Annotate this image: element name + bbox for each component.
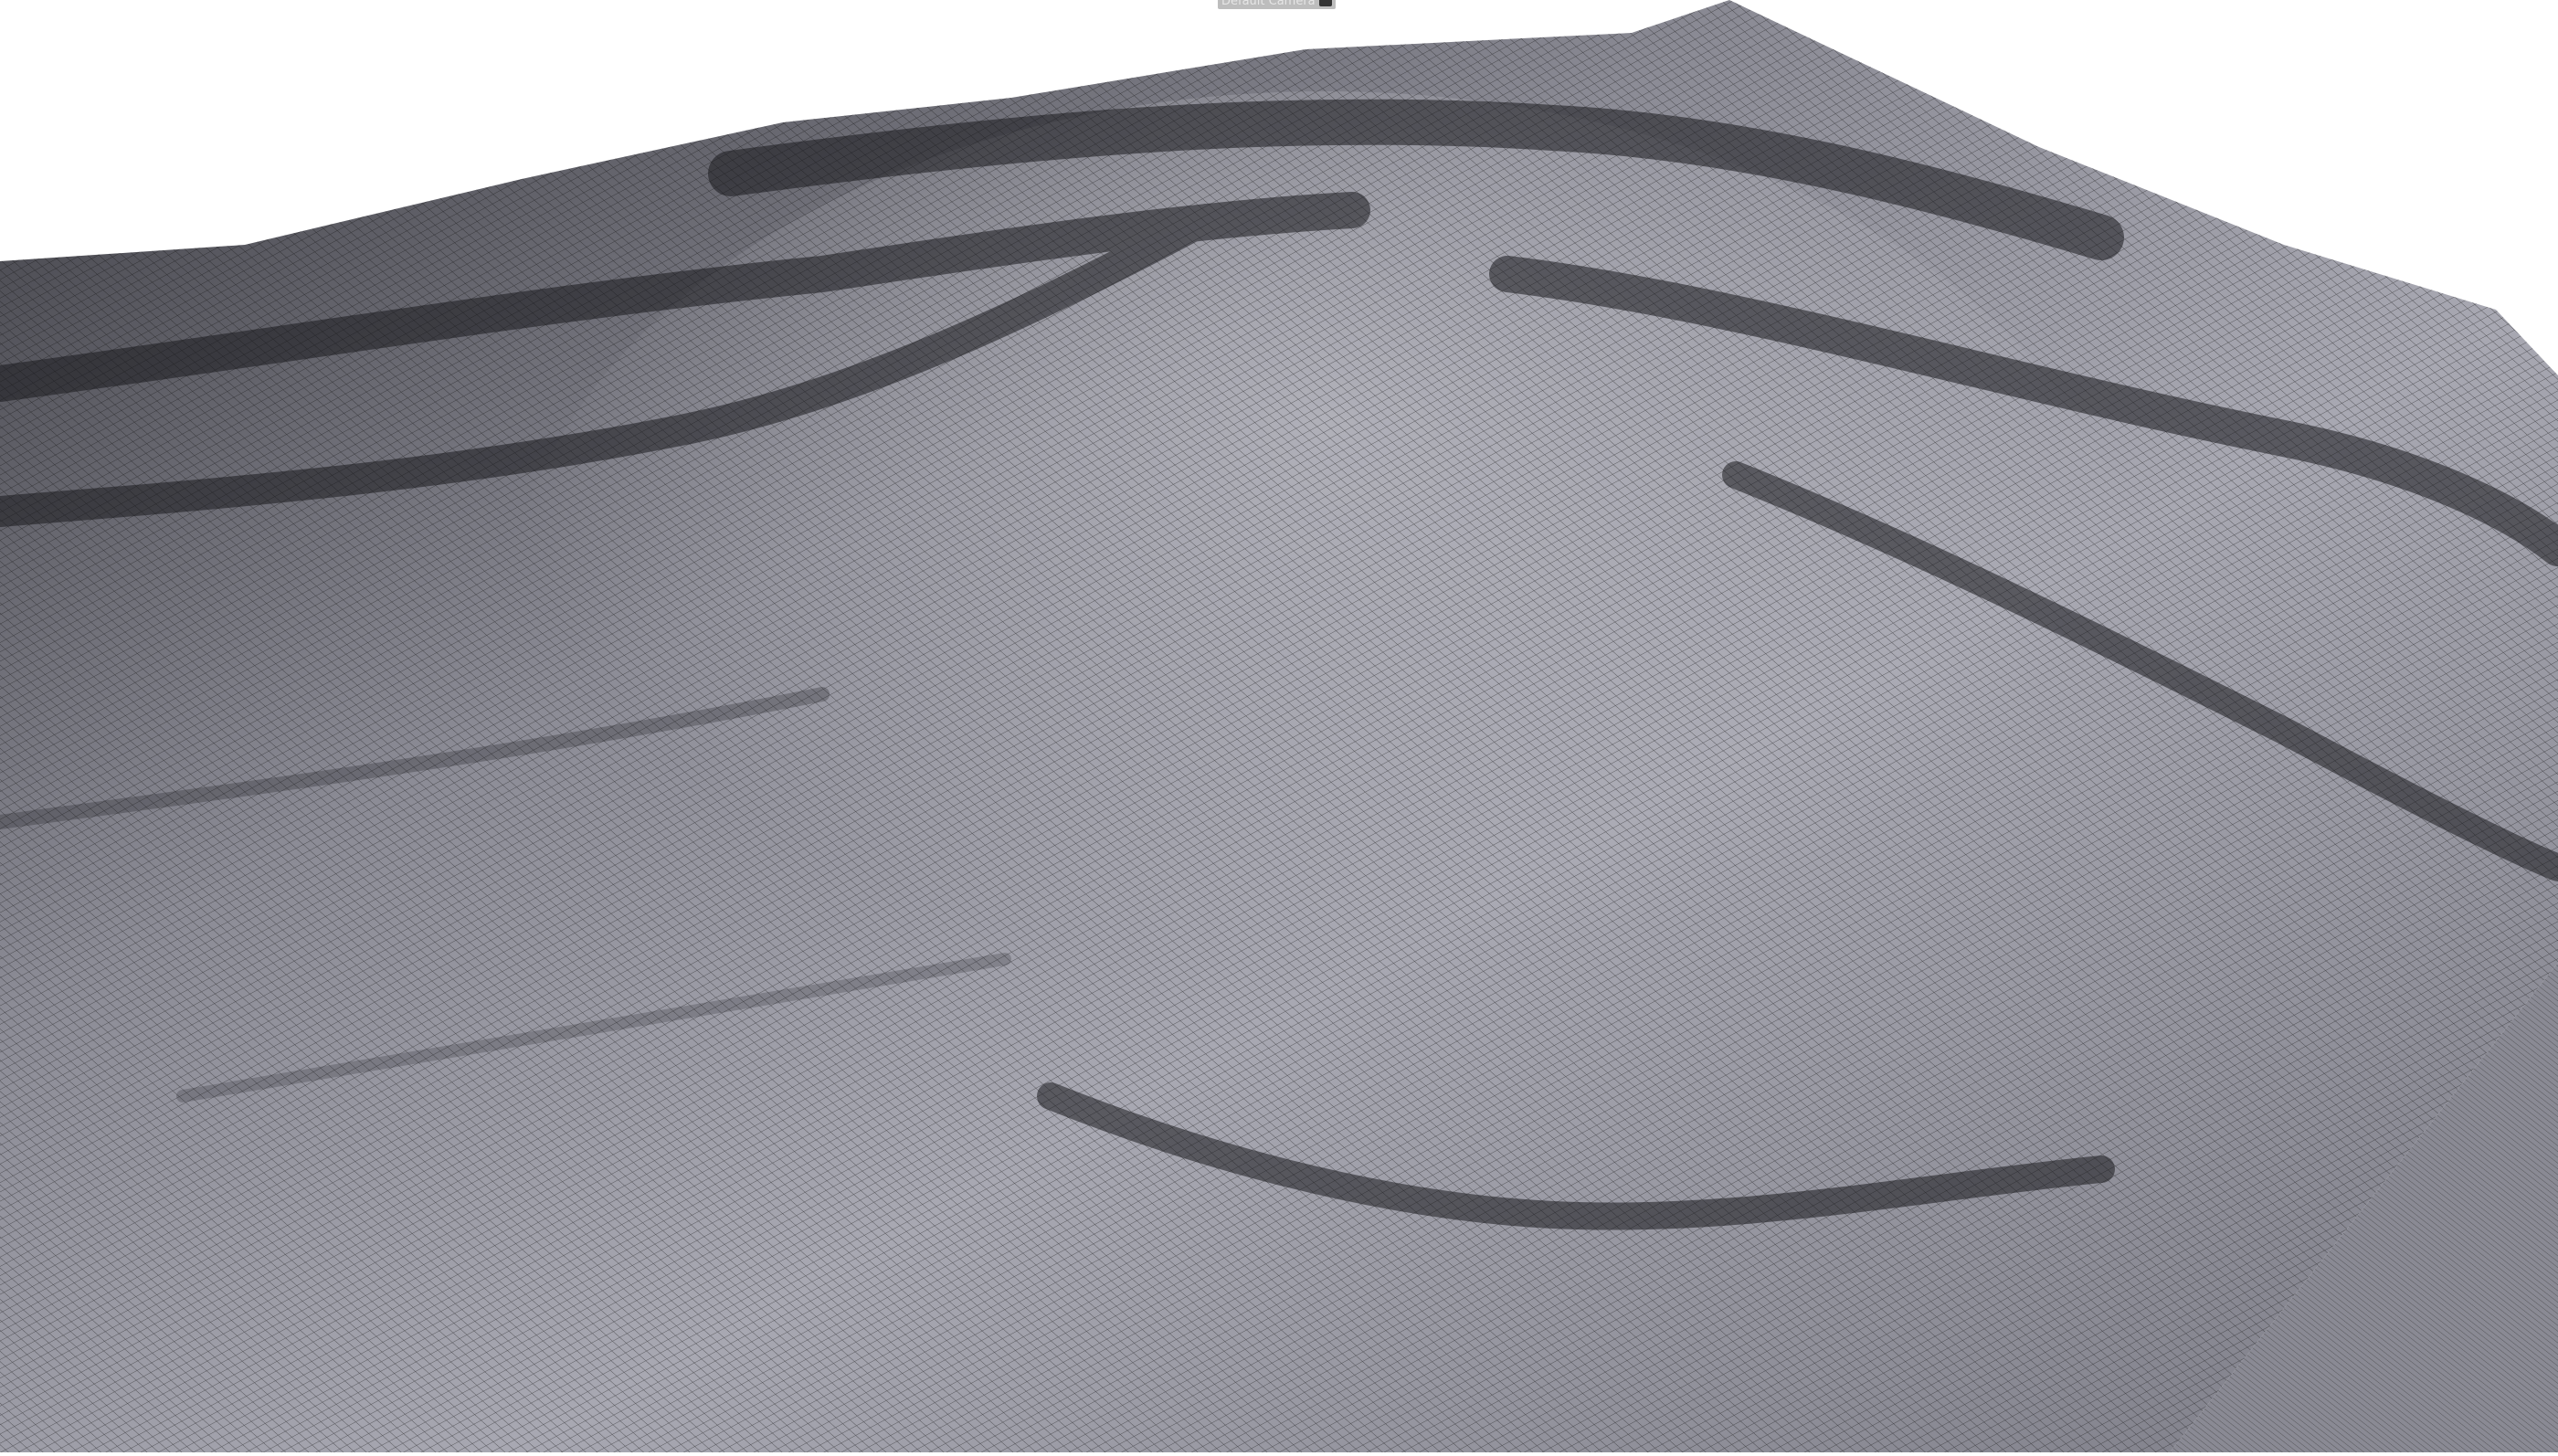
camera-selector[interactable]: Default Camera xyxy=(1218,0,1336,9)
terrain-mesh xyxy=(0,0,2558,1452)
3d-viewport[interactable]: Default Camera xyxy=(0,0,2558,1452)
camera-label: Default Camera xyxy=(1221,0,1316,8)
camera-icon xyxy=(1318,0,1332,6)
